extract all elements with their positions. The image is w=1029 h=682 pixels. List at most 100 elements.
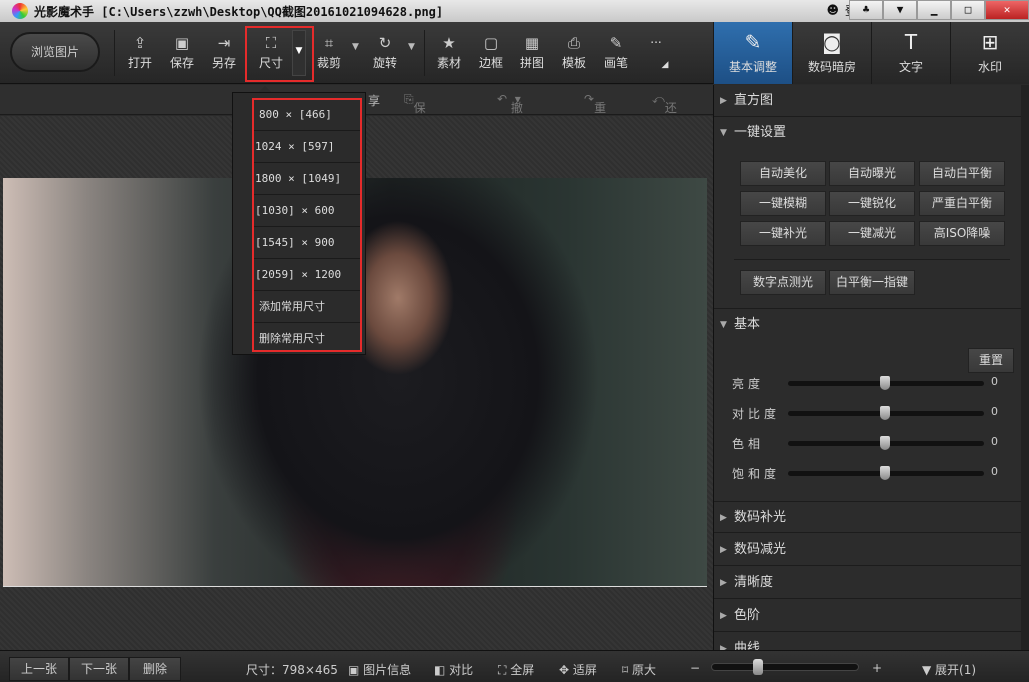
save-button[interactable]: ▣ 保存 — [164, 34, 200, 71]
prev-image-button[interactable]: 上一张 — [9, 657, 69, 681]
section-oneclick[interactable]: ▼ 一键设置 — [714, 117, 1029, 149]
zoom-in-button[interactable]: + — [872, 661, 882, 675]
section-levels[interactable]: ▶ 色阶 — [714, 600, 1029, 632]
border-icon: ▢ — [483, 34, 499, 52]
compare-button[interactable]: ◧ 对比 — [434, 661, 473, 678]
crop-icon: ⌗ — [324, 34, 334, 52]
open-icon: ⇪ — [133, 34, 147, 52]
contrast-slider[interactable]: 对比度 0 — [732, 403, 1012, 423]
save-as-button[interactable]: ⇥ 另存 — [206, 34, 242, 71]
edit-icon: ✎ — [744, 30, 762, 54]
user-icon: ☻ — [826, 3, 839, 17]
digital-spot-metering-button[interactable]: 数字点测光 — [740, 270, 826, 295]
save-action-button[interactable]: ⎘ 保存动作 — [404, 92, 426, 166]
printer-icon: ⎙ — [567, 34, 580, 52]
watermark-icon: ⊞ — [981, 30, 999, 54]
collage-button[interactable]: ▦ 拼图 — [514, 34, 550, 71]
zoom-slider[interactable] — [711, 663, 859, 671]
material-button[interactable]: ★ 素材 — [431, 34, 467, 71]
rotate-dropdown[interactable]: ▼ — [408, 42, 415, 52]
fullscreen-button[interactable]: ⛶ 全屏 — [498, 661, 534, 678]
close-button[interactable]: ✕ — [985, 0, 1029, 20]
section-basic[interactable]: ▼ 基本 — [714, 308, 1029, 340]
brush-icon: ✎ — [609, 34, 623, 52]
image-info-button[interactable]: ▣ 图片信息 — [348, 661, 411, 678]
section-clarity[interactable]: ▶ 清晰度 — [714, 567, 1029, 599]
slider-thumb[interactable] — [880, 406, 890, 420]
panel-scrollbar[interactable] — [1021, 85, 1029, 650]
fullscreen-icon: ⛶ — [498, 663, 507, 677]
info-icon: ▣ — [348, 663, 360, 677]
grid-icon: ▦ — [524, 34, 540, 52]
app-title: 光影魔术手 — [34, 4, 95, 19]
adjust-panel: ▶ 直方图 ▼ 一键设置 自动美化 自动曝光 自动白平衡 一键模糊 一键锐化 严重白… — [713, 85, 1029, 650]
rotate-button[interactable]: ↻ 旋转 — [367, 34, 403, 71]
tab-basic-adjust[interactable]: ✎ 基本调整 — [713, 22, 792, 84]
original-size-icon: ⌑ — [622, 663, 629, 677]
undo-button[interactable]: ↶ 撤销 ▾ — [497, 92, 523, 132]
border-button[interactable]: ▢ 边框 — [473, 34, 509, 71]
brightness-slider[interactable]: 亮度 0 — [732, 373, 1012, 393]
template-button[interactable]: ⎙ 模板 — [556, 34, 592, 71]
menu-button[interactable]: ▼ — [883, 0, 917, 20]
one-click-sharpen-button[interactable]: 一键锐化 — [829, 191, 915, 216]
size-highlight — [245, 26, 314, 82]
tab-text[interactable]: T 文字 — [871, 22, 950, 84]
white-balance-finger-button[interactable]: 白平衡一指键 — [829, 270, 915, 295]
crop-button[interactable]: ⌗ 裁剪 — [311, 34, 347, 71]
original-size-button[interactable]: ⌑ 原大 — [622, 661, 656, 678]
delete-button[interactable]: 删除 — [129, 657, 181, 681]
fit-screen-button[interactable]: ✥ 适屏 — [559, 661, 597, 678]
save-as-icon: ⇥ — [217, 34, 231, 52]
crop-dropdown[interactable]: ▼ — [352, 42, 359, 52]
share-button[interactable]: 享 — [368, 92, 380, 109]
one-click-fill-light-button[interactable]: 一键补光 — [740, 221, 826, 246]
auto-exposure-button[interactable]: 自动曝光 — [829, 161, 915, 186]
compare-icon: ◧ — [434, 663, 446, 677]
app-logo-icon — [12, 3, 28, 19]
tab-watermark[interactable]: ⊞ 水印 — [950, 22, 1029, 84]
saturation-slider[interactable]: 饱和度 0 — [732, 463, 1012, 483]
browse-images-button[interactable]: 浏览图片 — [10, 32, 100, 72]
main-toolbar: 浏览图片 ⇪ 打开 ▣ 保存 ⇥ 另存 ⛶ 尺寸 ▼ ⌗ 裁剪 ▼ ↻ 旋转 ▼ ★ 素材 ▢… — [0, 22, 713, 84]
high-iso-denoise-button[interactable]: 高ISO降噪 — [919, 221, 1005, 246]
maximize-button[interactable]: □ — [951, 0, 985, 20]
camera-icon: ◙ — [822, 30, 842, 54]
right-tabs: ✎ 基本调整 ◙ 数码暗房 T 文字 ⊞ 水印 — [713, 22, 1029, 84]
reset-button[interactable]: 重置 — [968, 348, 1014, 373]
section-fill-light[interactable]: ▶ 数码补光 — [714, 501, 1029, 533]
severe-white-balance-button[interactable]: 严重白平衡 — [919, 191, 1005, 216]
expand-button[interactable]: ▼ 展开(1) — [922, 661, 976, 678]
tab-digital-darkroom[interactable]: ◙ 数码暗房 — [792, 22, 871, 84]
section-histogram[interactable]: ▶ 直方图 — [714, 85, 1029, 117]
slider-thumb[interactable] — [880, 436, 890, 450]
auto-white-balance-button[interactable]: 自动白平衡 — [919, 161, 1005, 186]
expand-corner-icon: ◢ — [661, 60, 669, 70]
one-click-reduce-light-button[interactable]: 一键减光 — [829, 221, 915, 246]
auto-beautify-button[interactable]: 自动美化 — [740, 161, 826, 186]
slider-thumb[interactable] — [880, 376, 890, 390]
text-icon: T — [904, 30, 918, 54]
file-path: [C:\Users\zzwh\Desktop\QQ截图2016102109462… — [101, 4, 444, 19]
size-dropdown-menu: 800 × [466] 1024 × [597] 1800 × [1049] [… — [232, 92, 366, 355]
save-icon: ▣ — [174, 34, 190, 52]
skin-button[interactable]: ♣ — [849, 0, 883, 20]
slider-thumb[interactable] — [880, 466, 890, 480]
one-click-blur-button[interactable]: 一键模糊 — [740, 191, 826, 216]
more-button[interactable]: ... ◢ — [638, 32, 674, 70]
section-curves[interactable]: ▶ 曲线 — [714, 633, 1029, 650]
rotate-icon: ↻ — [378, 34, 392, 52]
open-button[interactable]: ⇪ 打开 — [122, 34, 158, 71]
restore-button[interactable]: ⤺ 还原 — [652, 92, 677, 132]
zoom-slider-thumb[interactable] — [753, 659, 763, 675]
brush-button[interactable]: ✎ 画笔 — [598, 34, 634, 71]
hue-slider[interactable]: 色相 0 — [732, 433, 1012, 453]
zoom-out-button[interactable]: − — [690, 661, 700, 675]
fit-icon: ✥ — [559, 663, 570, 677]
title-bar: 光影魔术手 [C:\Users\zzwh\Desktop\QQ截图2016102… — [0, 0, 1029, 22]
next-image-button[interactable]: 下一张 — [69, 657, 129, 681]
image-size-label: 尺寸：798×465 — [246, 663, 338, 677]
redo-button[interactable]: ↷ 重做 — [584, 92, 606, 132]
minimize-button[interactable]: ▁ — [917, 0, 951, 20]
section-reduce-light[interactable]: ▶ 数码减光 — [714, 534, 1029, 566]
